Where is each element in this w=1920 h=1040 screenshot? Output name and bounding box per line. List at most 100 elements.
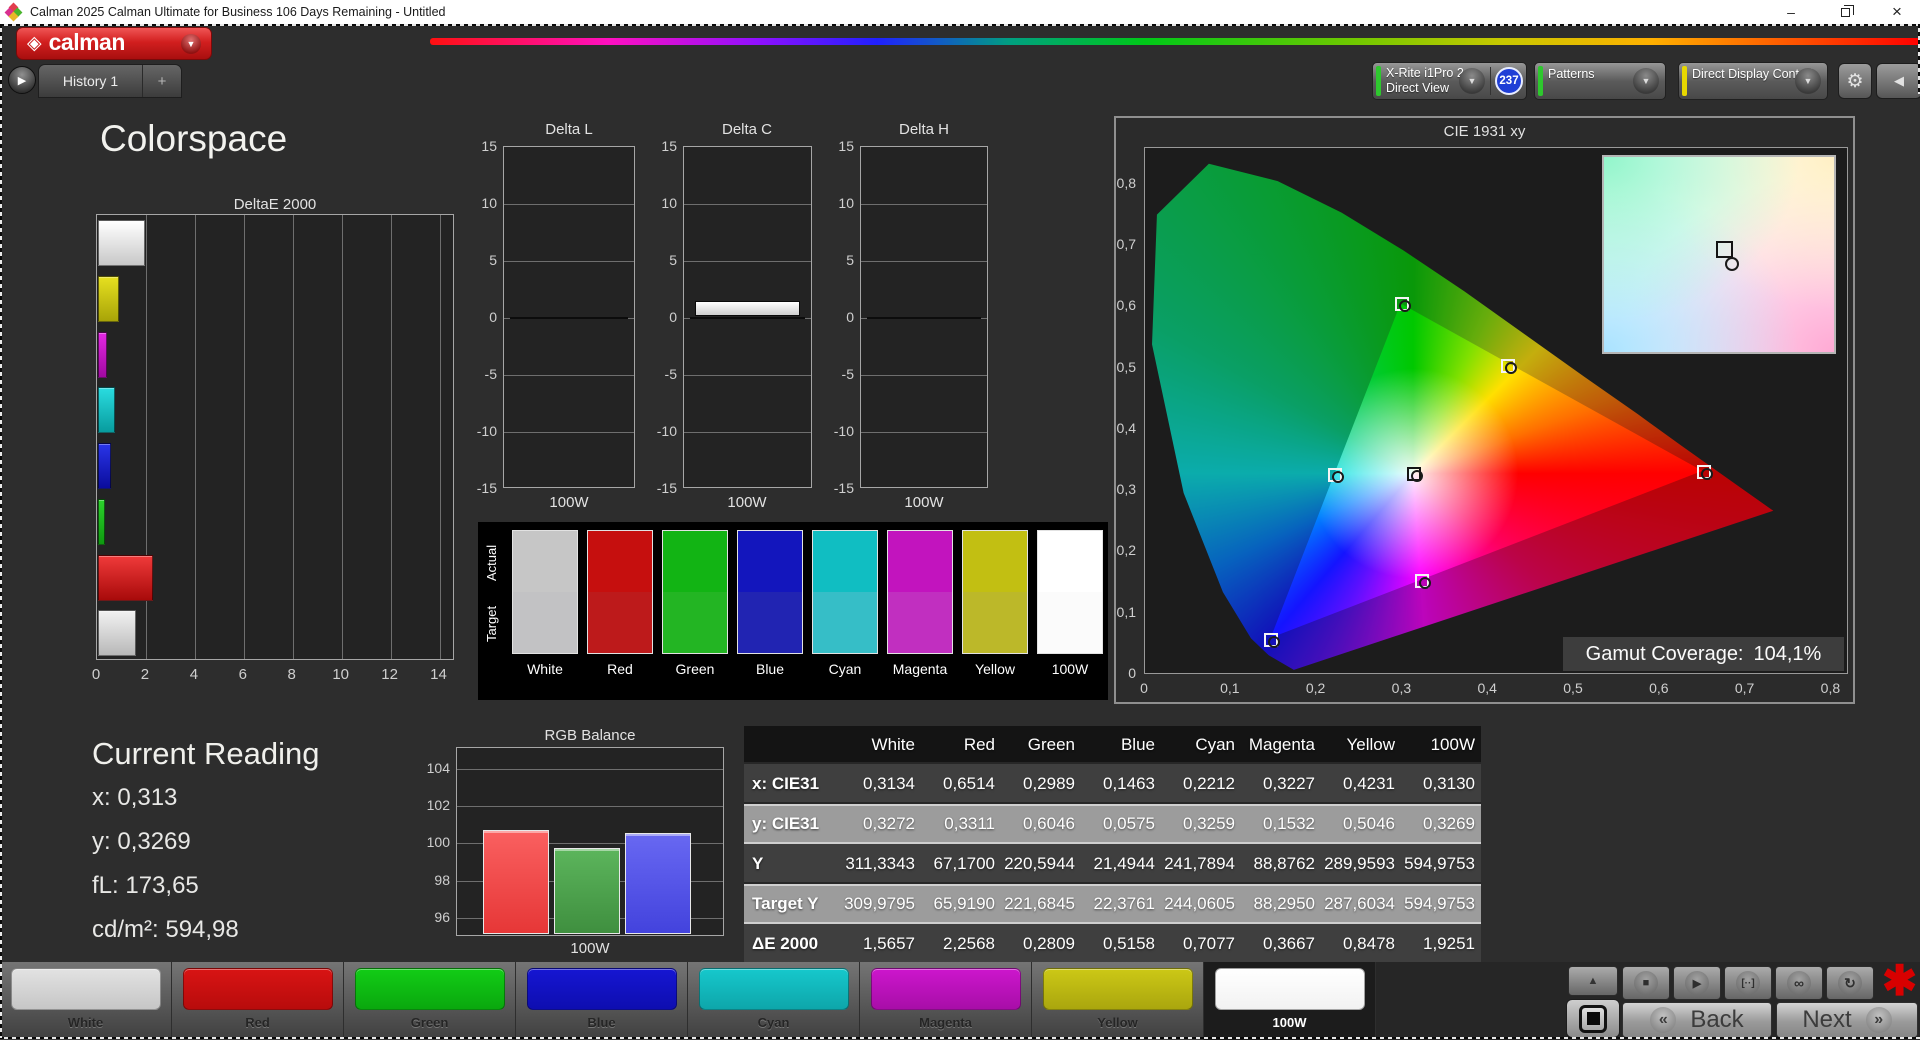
swatch-column: 100W: [1037, 530, 1103, 677]
column-header: Blue: [1120, 735, 1155, 754]
pattern-button-yellow[interactable]: Yellow: [1032, 962, 1204, 1040]
deltae-bar-100w: [98, 220, 146, 266]
pattern-window-mode-button[interactable]: [1566, 999, 1620, 1038]
swatch-label: Blue: [755, 661, 785, 677]
play-button[interactable]: ▶: [1673, 966, 1721, 1000]
rgb-balance-x-label: 100W: [570, 940, 610, 957]
current-reading-cdm2: cd/m²: 594,98: [92, 916, 239, 943]
table-cell: 0,8478: [1343, 934, 1395, 953]
app-icon: [4, 2, 23, 22]
restore-icon[interactable]: [1822, 0, 1868, 24]
table-row: x: CIE31 0,3134 0,6514 0,2989 0,1463 0,2212 0,…: [744, 764, 1481, 804]
pattern-button-cyan[interactable]: Cyan: [688, 962, 860, 1040]
axis-tick-label: 15: [661, 138, 677, 154]
blue-actual-marker: [1267, 635, 1280, 648]
pattern-button-green[interactable]: Green: [344, 962, 516, 1040]
stop-button[interactable]: ■: [1622, 966, 1670, 1000]
read-continuous-button[interactable]: ∞: [1775, 966, 1823, 1000]
axis-tick-label: 10: [332, 666, 350, 683]
delta-l-title: Delta L: [545, 121, 593, 138]
current-reading-title: Current Reading: [92, 736, 320, 771]
table-cell: 88,2950: [1253, 894, 1315, 913]
table-cell: 0,1532: [1263, 814, 1315, 833]
loop-button[interactable]: ↻: [1826, 966, 1874, 1000]
table-cell: 0,4231: [1343, 774, 1395, 793]
meter-count-badge[interactable]: 237: [1495, 67, 1523, 95]
read-series-button[interactable]: [··]: [1724, 966, 1772, 1000]
rgb-bar-green: [554, 848, 620, 934]
settings-button[interactable]: ⚙: [1838, 63, 1872, 99]
axis-tick-label: 0: [489, 309, 497, 325]
pattern-chip: [355, 968, 505, 1010]
table-cell: 311,3343: [845, 854, 915, 873]
pattern-button-100w[interactable]: 100W: [1204, 962, 1376, 1040]
column-header: 100W: [1430, 735, 1475, 754]
pattern-label: Cyan: [757, 1015, 790, 1030]
calman-diamond-icon: ◈: [27, 33, 42, 54]
table-cell: 0,2212: [1183, 774, 1235, 793]
pattern-chip: [527, 968, 677, 1010]
gridline: [861, 375, 987, 376]
swatch-column: Yellow: [962, 530, 1028, 677]
deltae-x-axis: 0 2 4 6 8 10 12 14: [92, 664, 454, 684]
next-button[interactable]: Next »: [1776, 1002, 1918, 1038]
pattern-button-white[interactable]: White: [0, 962, 172, 1040]
swatch-magenta: [887, 530, 953, 654]
minimize-icon[interactable]: –: [1768, 0, 1814, 24]
target-swatch: [813, 592, 877, 653]
swatch-label: Green: [675, 661, 715, 677]
measurement-table: White Red Green Blue Cyan Magenta Yellow 100W x:…: [744, 726, 1481, 964]
collapse-panel-button[interactable]: ◀: [1876, 63, 1920, 99]
rgb-bar-blue: [625, 833, 691, 934]
actual-swatch: [963, 531, 1027, 592]
axis-tick-label: 0,5: [1563, 680, 1583, 696]
zero-line: [867, 317, 981, 319]
actual-swatch: [888, 531, 952, 592]
swatch-cyan: [812, 530, 878, 654]
deltae-bar-green: [98, 498, 105, 545]
axis-tick-label: 15: [481, 138, 497, 154]
pattern-button-blue[interactable]: Blue: [516, 962, 688, 1040]
title-bar: Calman 2025 Calman Ultimate for Business…: [0, 0, 1920, 24]
actual-swatch: [1038, 531, 1102, 592]
pattern-label: White: [67, 1015, 104, 1030]
deltae-bar-white: [98, 610, 137, 657]
expand-panel-button[interactable]: ▲: [1568, 966, 1618, 996]
patterns-dropdown[interactable]: Patterns ▼: [1534, 62, 1666, 100]
rainbow-accent-strip: [430, 38, 1920, 45]
selection-border-bottom: [0, 1037, 1920, 1039]
play-icon: ▶: [1685, 971, 1709, 995]
table-cell: 287,6034: [1324, 894, 1395, 913]
axis-tick-label: 96: [434, 909, 450, 926]
axis-tick-label: 0,1: [1220, 680, 1240, 696]
calman-menu-button[interactable]: ◈ calman ▼: [16, 27, 212, 60]
pattern-chip: [11, 968, 161, 1010]
actual-swatch: [588, 531, 652, 592]
axis-tick-label: -10: [476, 423, 497, 439]
table-cell: 0,3134: [863, 774, 915, 793]
layout-nav-button[interactable]: ▶: [8, 66, 36, 94]
table-cell: 0,3130: [1423, 774, 1475, 793]
tab-history-1[interactable]: History 1: [39, 65, 142, 97]
display-control-dropdown[interactable]: Direct Display Control ▼: [1678, 62, 1828, 100]
white-point-zoom-inset: [1602, 155, 1836, 354]
pattern-button-magenta[interactable]: Magenta: [860, 962, 1032, 1040]
axis-tick-label: 0,6: [1116, 297, 1136, 314]
current-reading-fl: fL: 173,65: [92, 872, 199, 899]
table-cell: 0,3311: [944, 814, 995, 833]
gridline: [194, 215, 196, 659]
actual-swatch: [513, 531, 577, 592]
gamut-coverage-value: 104,1%: [1753, 642, 1822, 665]
gridline: [861, 204, 987, 205]
meter-dropdown[interactable]: X-Rite i1Pro 2 Direct View ▼ 237: [1372, 62, 1527, 100]
back-button[interactable]: « Back: [1622, 1002, 1772, 1038]
add-tab-button[interactable]: +: [143, 65, 181, 97]
table-cell: 65,9190: [933, 894, 995, 913]
table-cell: 0,6514: [943, 774, 995, 793]
pattern-button-red[interactable]: Red: [172, 962, 344, 1040]
table-cell: 220,5944: [1004, 854, 1075, 873]
patterns-status-bar: [1538, 66, 1543, 96]
pattern-label: Yellow: [1097, 1015, 1138, 1030]
close-icon[interactable]: ×: [1874, 0, 1920, 24]
back-arrow-icon: «: [1650, 1007, 1677, 1033]
